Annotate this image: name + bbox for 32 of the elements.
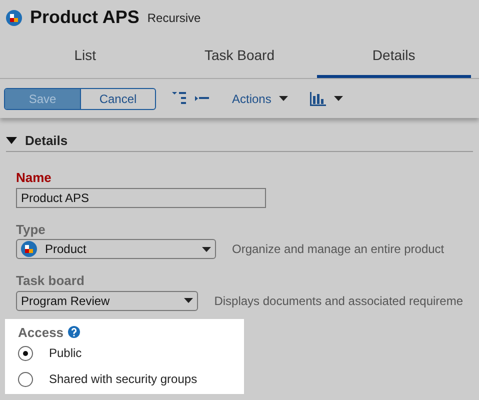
field-description: Organize and manage an entire product: [232, 241, 444, 258]
recursive-label: Recursive: [147, 10, 201, 26]
tab[interactable]: Task Board: [162, 35, 317, 78]
tab[interactable]: List: [8, 35, 162, 78]
caret-icon: [334, 96, 344, 101]
field-label: Access: [18, 324, 64, 342]
dropdown[interactable]: Program Review: [16, 290, 198, 310]
field-description: Displays documents and associated requireme: [214, 292, 463, 310]
field-label: Type: [16, 220, 46, 239]
bar-chart-icon[interactable]: [310, 92, 326, 106]
product-icon: [6, 10, 22, 26]
page-title: Product APS: [30, 6, 140, 29]
caret-icon: [279, 96, 288, 101]
actions-menu[interactable]: Actions: [226, 88, 294, 108]
field-label: Name: [16, 169, 52, 187]
collapse-list-icon[interactable]: [195, 96, 210, 102]
expand-list-icon[interactable]: [172, 91, 187, 106]
radio-label[interactable]: Shared with security groups: [49, 370, 198, 388]
text-field[interactable]: Product APS: [16, 188, 266, 208]
collapse-caret-icon[interactable]: [6, 137, 17, 144]
section-title: Details: [25, 132, 68, 150]
product-type-icon: [21, 241, 37, 257]
tab[interactable]: Details: [316, 35, 471, 78]
field-label: Task board: [16, 272, 86, 290]
radio-button[interactable]: [18, 346, 33, 360]
radio-button[interactable]: [18, 372, 33, 386]
caret-icon: [202, 246, 211, 252]
caret-icon: [184, 298, 194, 303]
help-icon[interactable]: [68, 326, 80, 338]
dropdown[interactable]: Product: [16, 239, 216, 259]
radio-label[interactable]: Public: [49, 344, 82, 362]
cancel-button[interactable]: Cancel: [80, 88, 155, 108]
